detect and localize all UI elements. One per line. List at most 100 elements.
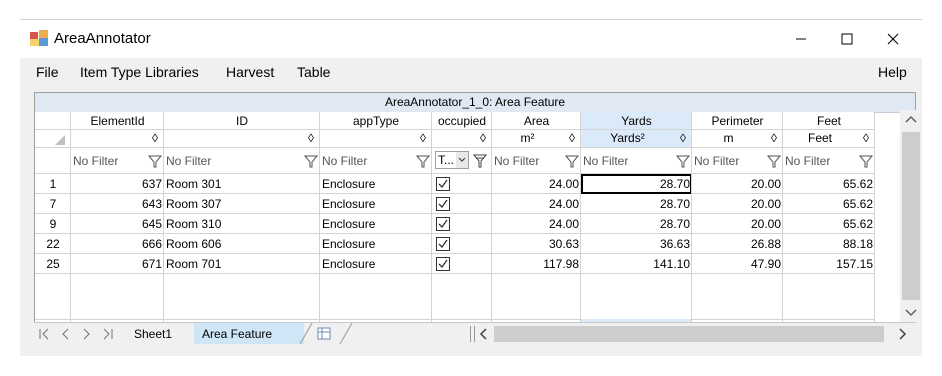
menu-table[interactable]: Table (297, 64, 330, 80)
filter-clear-icon[interactable] (473, 154, 487, 168)
tab-sheet1[interactable]: Sheet1 (120, 323, 195, 344)
cell-perimeter[interactable]: 20.00 (692, 214, 783, 234)
menu-help[interactable]: Help (878, 64, 907, 80)
occupied-checkbox[interactable] (436, 237, 450, 251)
sort-icon[interactable]: ◊ (676, 130, 690, 147)
column-header-id[interactable]: ID (164, 113, 320, 130)
tab-sheet1-label: Sheet1 (134, 327, 173, 341)
filter-funnel-icon[interactable] (304, 154, 318, 168)
close-button[interactable] (870, 22, 916, 56)
cell-id[interactable]: Room 701 (164, 254, 320, 274)
cell-elementid[interactable]: 671 (71, 254, 164, 274)
cell-yards[interactable]: 28.70 (581, 214, 692, 234)
cell-yards[interactable]: 141.10 (581, 254, 692, 274)
cell-feet[interactable]: 65.62 (783, 174, 875, 194)
sort-icon[interactable]: ◊ (148, 130, 162, 147)
cell-area[interactable]: 117.98 (492, 254, 581, 274)
column-header-feet[interactable]: Feet (783, 113, 875, 130)
cell-area[interactable]: 24.00 (492, 174, 581, 194)
horizontal-scroll-thumb[interactable] (494, 326, 884, 342)
sort-icon[interactable]: ◊ (767, 130, 781, 147)
column-divider (691, 112, 692, 337)
new-sheet-button[interactable] (300, 323, 360, 345)
filter-input-yards[interactable]: No Filter (581, 154, 674, 170)
filter-input-area[interactable]: No Filter (492, 154, 563, 170)
new-sheet-icon (317, 327, 331, 340)
sort-icon[interactable]: ◊ (859, 130, 873, 147)
cell-id[interactable]: Room 310 (164, 214, 320, 234)
scroll-thumb (902, 132, 920, 300)
cell-yards[interactable]: 28.70 (581, 194, 692, 214)
row-header[interactable]: 25 (35, 254, 71, 274)
sort-icon[interactable]: ◊ (565, 130, 579, 147)
cell-perimeter[interactable]: 20.00 (692, 174, 783, 194)
column-header-apptype[interactable]: appType (320, 113, 432, 130)
cell-elementid[interactable]: 666 (71, 234, 164, 254)
column-header-elementid[interactable]: ElementId (71, 113, 164, 130)
filter-funnel-icon[interactable] (676, 154, 690, 168)
filter-funnel-icon[interactable] (767, 154, 781, 168)
cell-feet[interactable]: 157.15 (783, 254, 875, 274)
cell-perimeter[interactable]: 47.90 (692, 254, 783, 274)
cell-elementid[interactable]: 637 (71, 174, 164, 194)
cell-apptype[interactable]: Enclosure (320, 234, 432, 254)
row-header[interactable]: 7 (35, 194, 71, 214)
vertical-scrollbar[interactable] (900, 110, 922, 330)
sort-icon[interactable]: ◊ (416, 130, 430, 147)
cell-apptype[interactable]: Enclosure (320, 214, 432, 234)
close-icon (887, 33, 899, 45)
menu-harvest[interactable]: Harvest (226, 64, 274, 80)
minimize-button[interactable] (778, 22, 824, 56)
filter-input-apptype[interactable]: No Filter (320, 154, 414, 170)
cell-apptype[interactable]: Enclosure (320, 194, 432, 214)
occupied-checkbox[interactable] (436, 217, 450, 231)
filter-input-elementid[interactable]: No Filter (71, 154, 146, 170)
row-header[interactable]: 1 (35, 174, 71, 194)
active-cell-outline (581, 174, 692, 194)
cell-id[interactable]: Room 606 (164, 234, 320, 254)
filter-input-id[interactable]: No Filter (164, 154, 302, 170)
row-divider (35, 273, 875, 274)
column-header-perimeter[interactable]: Perimeter (692, 113, 783, 130)
occupied-checkbox[interactable] (436, 177, 450, 191)
cell-yards[interactable]: 36.63 (581, 234, 692, 254)
cell-perimeter[interactable]: 26.88 (692, 234, 783, 254)
filter-input-perimeter[interactable]: No Filter (692, 154, 765, 170)
cell-id[interactable]: Room 301 (164, 174, 320, 194)
cell-apptype[interactable]: Enclosure (320, 254, 432, 274)
filter-funnel-icon[interactable] (565, 154, 579, 168)
scroll-right-button[interactable] (894, 323, 910, 345)
cell-id[interactable]: Room 307 (164, 194, 320, 214)
menu-item-type-libraries[interactable]: Item Type Libraries (80, 64, 199, 80)
cell-elementid[interactable]: 645 (71, 214, 164, 234)
cell-feet[interactable]: 65.62 (783, 194, 875, 214)
occupied-filter-dropdown[interactable]: T... (435, 151, 469, 169)
column-header-area[interactable]: Area (492, 113, 581, 130)
cell-apptype[interactable]: Enclosure (320, 174, 432, 194)
cell-feet[interactable]: 88.18 (783, 234, 875, 254)
tab-area-feature[interactable]: Area Feature (194, 323, 304, 344)
chevron-down-icon (456, 152, 468, 168)
scroll-left-button[interactable] (476, 323, 492, 345)
cell-feet[interactable]: 65.62 (783, 214, 875, 234)
cell-area[interactable]: 24.00 (492, 214, 581, 234)
cell-area[interactable]: 30.63 (492, 234, 581, 254)
row-header[interactable]: 22 (35, 234, 71, 254)
cell-elementid[interactable]: 643 (71, 194, 164, 214)
filter-funnel-icon[interactable] (416, 154, 430, 168)
sort-icon[interactable]: ◊ (304, 130, 318, 147)
cell-perimeter[interactable]: 20.00 (692, 194, 783, 214)
menu-file[interactable]: File (36, 64, 59, 80)
column-header-yards[interactable]: Yards (581, 113, 692, 130)
row-header[interactable]: 9 (35, 214, 71, 234)
tab-splitter[interactable] (470, 326, 475, 342)
maximize-button[interactable] (824, 22, 870, 56)
filter-funnel-icon[interactable] (148, 154, 162, 168)
filter-funnel-icon[interactable] (859, 154, 873, 168)
filter-input-feet[interactable]: No Filter (783, 154, 857, 170)
sort-icon[interactable]: ◊ (476, 130, 490, 147)
occupied-checkbox[interactable] (436, 257, 450, 271)
occupied-checkbox[interactable] (436, 197, 450, 211)
column-header-occupied[interactable]: occupied (432, 113, 492, 130)
cell-area[interactable]: 24.00 (492, 194, 581, 214)
